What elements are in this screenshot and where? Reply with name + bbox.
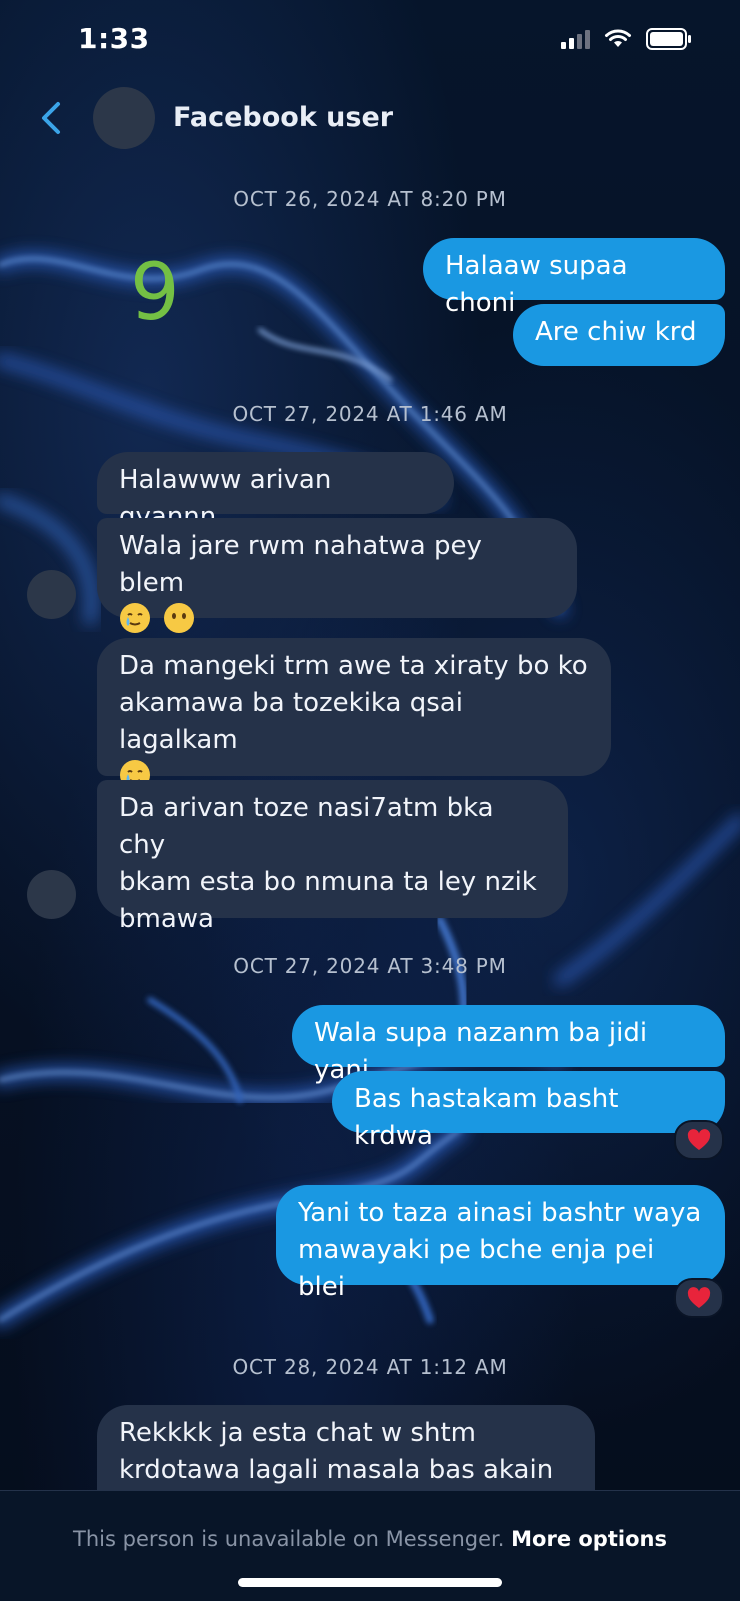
- sent-message[interactable]: Are chiw krd: [513, 304, 725, 366]
- message-text: mawayaki pe bche enja pei blei: [298, 1235, 655, 1302]
- status-time: 1:33: [78, 22, 150, 55]
- message-text: akamawa ba tozekika qsai lagalkam: [119, 688, 463, 755]
- overlay-number: 9: [130, 248, 180, 338]
- sender-avatar[interactable]: [27, 870, 76, 919]
- message-text: bmawa: [119, 904, 214, 934]
- heart-reaction[interactable]: [674, 1278, 724, 1318]
- sender-avatar[interactable]: [27, 570, 76, 619]
- received-message[interactable]: Da arivan toze nasi7atm bka chy bkam est…: [97, 780, 568, 934]
- received-message[interactable]: Halawww arivan gyannn: [97, 452, 454, 532]
- message-text: bkam esta bo nmuna ta ley nzik: [119, 867, 537, 897]
- message-text: Yani to taza ainasi bashtr waya: [298, 1198, 702, 1228]
- contact-name[interactable]: Facebook user: [173, 102, 393, 133]
- message-text: Wala jare rwm nahatwa pey blem: [119, 531, 482, 598]
- unavailable-text: This person is unavailable on Messenger.: [73, 1527, 505, 1551]
- cellular-signal-icon: [561, 29, 590, 49]
- sent-message[interactable]: Yani to taza ainasi bashtr waya mawayaki…: [276, 1185, 725, 1302]
- wifi-icon: [605, 29, 631, 47]
- received-message[interactable]: Da mangeki trm awe ta xiraty bo ko akama…: [97, 638, 611, 790]
- message-timestamp: OCT 27, 2024 AT 1:46 AM: [232, 402, 508, 426]
- unavailable-notice: This person is unavailable on Messenger.…: [0, 1527, 740, 1551]
- message-text: Rekkkk ja esta chat w shtm: [119, 1418, 476, 1448]
- message-timestamp: OCT 27, 2024 AT 3:48 PM: [233, 954, 507, 978]
- received-message[interactable]: Wala jare rwm nahatwa pey blem: [97, 518, 577, 633]
- message-timestamp: OCT 28, 2024 AT 1:12 AM: [232, 1355, 508, 1379]
- battery-icon: [646, 28, 691, 50]
- heart-reaction[interactable]: [674, 1120, 724, 1160]
- no-mouth-emoji-icon: [164, 603, 195, 633]
- heart-icon: [687, 1287, 711, 1308]
- message-text: Da mangeki trm awe ta xiraty bo ko: [119, 651, 588, 681]
- crying-smile-emoji-icon: [120, 603, 150, 633]
- contact-avatar[interactable]: [93, 87, 155, 149]
- message-emojis: [119, 602, 555, 640]
- conversation-header: Facebook user: [0, 84, 740, 154]
- home-indicator[interactable]: [238, 1578, 502, 1587]
- message-timestamp: OCT 26, 2024 AT 8:20 PM: [233, 187, 507, 211]
- sent-message[interactable]: Bas hastakam basht krdwa: [332, 1071, 725, 1151]
- status-icons: [561, 28, 692, 50]
- sent-message[interactable]: Wala supa nazanm ba jidi yani: [292, 1005, 725, 1085]
- sent-message[interactable]: Halaaw supaa choni: [423, 238, 725, 318]
- status-bar: 1:33: [0, 0, 740, 80]
- back-chevron-icon[interactable]: [34, 98, 74, 138]
- message-text: Da arivan toze nasi7atm bka chy: [119, 793, 494, 860]
- heart-icon: [687, 1129, 711, 1150]
- message-text: Are chiw krd: [535, 317, 697, 347]
- more-options-link[interactable]: More options: [511, 1527, 667, 1551]
